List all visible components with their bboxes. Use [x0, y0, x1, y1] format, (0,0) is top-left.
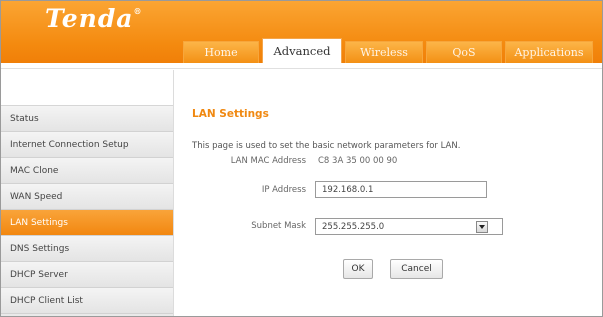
sidebar-item-internet-connection-setup[interactable]: Internet Connection Setup	[1, 132, 173, 158]
router-admin-page: Tenda® Home Advanced Wireless QoS Applic…	[0, 0, 603, 317]
lan-mac-value: C8 3A 35 00 00 90	[318, 156, 398, 166]
tab-qos[interactable]: QoS	[426, 41, 502, 63]
header-divider	[1, 63, 602, 69]
registered-mark: ®	[133, 6, 143, 16]
sidebar-item-dhcp-client-list[interactable]: DHCP Client List	[1, 288, 173, 314]
subnet-mask-label: Subnet Mask	[251, 221, 306, 231]
sidebar-item-dns-settings[interactable]: DNS Settings	[1, 236, 173, 262]
cancel-button[interactable]: Cancel	[390, 259, 443, 279]
lan-mac-label: LAN MAC Address	[230, 156, 306, 166]
sidebar: Status Internet Connection Setup MAC Clo…	[1, 70, 173, 316]
subnet-mask-select[interactable]: 255.255.255.0	[315, 218, 503, 235]
tab-home[interactable]: Home	[183, 41, 259, 63]
tenda-logo: Tenda®	[45, 4, 143, 33]
sidebar-item-dhcp-server[interactable]: DHCP Server	[1, 262, 173, 288]
tab-wireless[interactable]: Wireless	[345, 41, 423, 63]
sidebar-item-status[interactable]: Status	[1, 106, 173, 132]
main-panel: LAN Settings This page is used to set th…	[173, 70, 602, 316]
ok-button[interactable]: OK	[343, 259, 373, 279]
top-nav-tabs: Home Advanced Wireless QoS Applications	[183, 38, 596, 63]
tab-applications[interactable]: Applications	[505, 41, 593, 63]
sidebar-spacer	[1, 70, 173, 106]
ip-address-input[interactable]: 192.168.0.1	[315, 181, 487, 198]
subnet-mask-value: 255.255.255.0	[322, 221, 385, 232]
logo-text: Tenda	[45, 4, 134, 33]
chevron-down-icon[interactable]	[476, 221, 488, 233]
sidebar-item-mac-clone[interactable]: MAC Clone	[1, 158, 173, 184]
ip-address-label: IP Address	[261, 185, 306, 195]
sidebar-item-lan-settings[interactable]: LAN Settings	[1, 210, 173, 236]
header-bar: Tenda® Home Advanced Wireless QoS Applic…	[1, 1, 602, 63]
page-description: This page is used to set the basic netwo…	[192, 141, 461, 151]
tab-advanced[interactable]: Advanced	[262, 38, 342, 63]
page-title: LAN Settings	[192, 108, 269, 120]
sidebar-item-wan-speed[interactable]: WAN Speed	[1, 184, 173, 210]
